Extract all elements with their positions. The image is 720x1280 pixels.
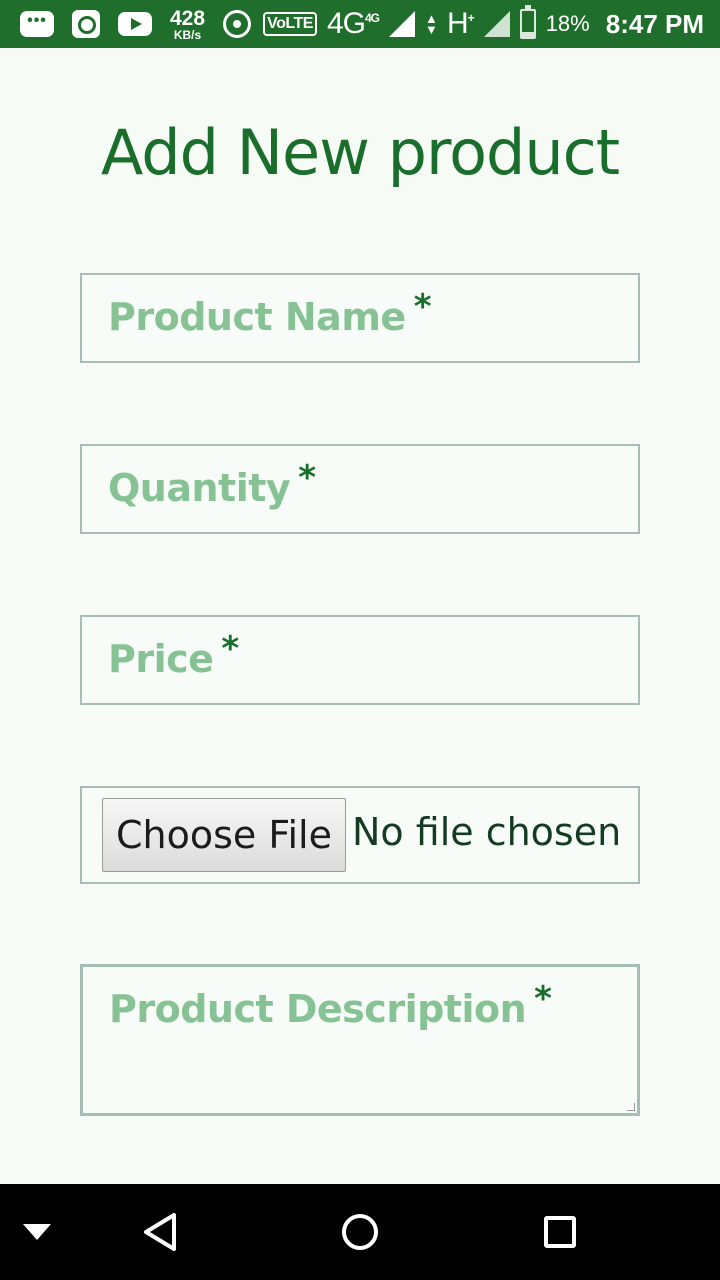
message-icon	[20, 11, 54, 37]
battery-percent: 18%	[545, 11, 590, 36]
back-icon[interactable]	[142, 1212, 178, 1252]
sync-icon	[72, 10, 100, 38]
quantity-placeholder: Quantity *	[108, 458, 316, 510]
file-status-text: No file chosen	[352, 810, 622, 854]
battery-icon	[519, 5, 536, 39]
volte-badge: VoLTE	[263, 12, 317, 36]
price-input[interactable]: Price *	[80, 615, 640, 705]
product-name-input[interactable]: Product Name *	[80, 273, 640, 363]
choose-file-button[interactable]: Choose File	[102, 798, 346, 872]
resize-handle-icon[interactable]	[627, 1103, 635, 1111]
hotspot-icon	[223, 10, 252, 38]
product-name-placeholder: Product Name *	[108, 287, 431, 339]
price-placeholder-text: Price	[108, 637, 214, 681]
navigation-bar	[0, 1184, 720, 1280]
network-type-secondary: H+	[447, 7, 475, 41]
status-bar: 428 KB/s VoLTE 4G4G ▲▼ H+ 18% 8:47 PM	[0, 0, 720, 48]
required-marker: *	[413, 287, 432, 327]
network-type-secondary-sup: +	[467, 11, 475, 25]
product-description-textarea[interactable]: Product Description *	[80, 964, 640, 1116]
network-type-primary: 4G4G	[326, 7, 380, 41]
product-name-placeholder-text: Product Name	[108, 295, 406, 339]
hide-keyboard-icon[interactable]	[23, 1224, 51, 1240]
file-input: Choose File No file chosen	[80, 786, 640, 884]
quantity-input[interactable]: Quantity *	[80, 444, 640, 534]
data-arrows-icon: ▲ ▼	[425, 11, 438, 37]
network-speed-unit: KB/s	[173, 27, 202, 42]
clock: 8:47 PM	[605, 8, 704, 39]
required-marker: *	[298, 458, 316, 498]
network-type-primary-sup: 4G	[364, 11, 380, 25]
network-type-secondary-label: H	[447, 7, 469, 40]
signal-icon	[483, 11, 510, 37]
required-marker: *	[534, 979, 552, 1019]
network-speed-value: 428	[170, 6, 206, 30]
required-marker: *	[221, 629, 239, 669]
price-placeholder: Price *	[108, 629, 239, 681]
home-icon[interactable]	[342, 1214, 378, 1250]
product-description-placeholder: Product Description *	[109, 979, 552, 1031]
recents-icon[interactable]	[544, 1216, 576, 1248]
signal-icon	[389, 11, 415, 37]
youtube-icon	[118, 12, 152, 36]
network-type-primary-label: 4G	[326, 7, 366, 40]
page-title: Add New product	[100, 116, 620, 189]
product-description-placeholder-text: Product Description	[109, 987, 527, 1031]
quantity-placeholder-text: Quantity	[108, 466, 291, 510]
network-speed: 428 KB/s	[170, 8, 205, 41]
